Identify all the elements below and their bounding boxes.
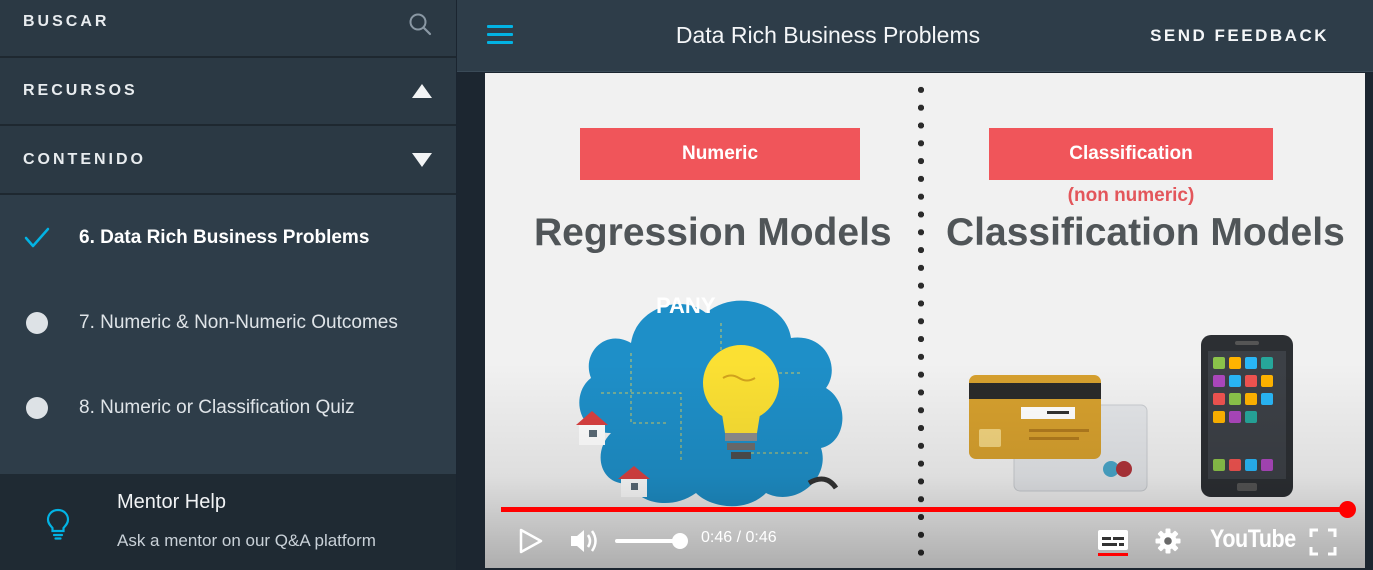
cloud-text: PANY	[656, 293, 716, 318]
youtube-logo[interactable]: YouTube	[1210, 525, 1296, 554]
volume-slider-handle[interactable]	[672, 533, 688, 549]
lesson-label: 6. Data Rich Business Problems	[79, 226, 370, 248]
checkmark-icon	[23, 227, 51, 249]
volume-icon[interactable]	[569, 527, 601, 560]
incomplete-circle-icon	[23, 396, 51, 419]
sidebar: BUSCAR RECURSOS CONTENIDO 6. Data Rich B…	[0, 0, 456, 570]
play-icon[interactable]	[519, 528, 543, 559]
recursos-section-header[interactable]: RECURSOS	[0, 58, 456, 126]
search-icon[interactable]	[408, 12, 432, 41]
time-display: 0:46 / 0:46	[701, 529, 777, 546]
search-row[interactable]: BUSCAR	[0, 0, 456, 58]
fullscreen-icon[interactable]	[1309, 528, 1337, 561]
send-feedback-button[interactable]: SEND FEEDBACK	[1150, 26, 1329, 46]
lesson-label: 7. Numeric & Non-Numeric Outcomes	[79, 311, 398, 333]
incomplete-circle-icon	[23, 311, 51, 334]
numeric-tag: Numeric	[580, 128, 860, 180]
video-area: Numeric Classification (non numeric) Reg…	[457, 73, 1373, 570]
non-numeric-subtag: (non numeric)	[1067, 185, 1195, 206]
progress-scrubber[interactable]	[1339, 501, 1356, 518]
lesson-item-7[interactable]: 7. Numeric & Non-Numeric Outcomes	[0, 280, 456, 365]
progress-bar[interactable]	[501, 507, 1349, 512]
lesson-item-8[interactable]: 8. Numeric or Classification Quiz	[0, 365, 456, 450]
lesson-label: 8. Numeric or Classification Quiz	[79, 396, 355, 418]
mentor-help-panel[interactable]	[0, 474, 456, 570]
mentor-help-title[interactable]: Mentor Help	[117, 491, 226, 514]
page-title: Data Rich Business Problems	[675, 22, 981, 48]
settings-gear-icon[interactable]	[1155, 528, 1181, 559]
contenido-section-header[interactable]: CONTENIDO	[0, 126, 456, 195]
subtitles-icon[interactable]	[1097, 529, 1129, 562]
mentor-help-subtitle: Ask a mentor on our Q&A platform	[117, 531, 376, 550]
top-bar: Data Rich Business Problems SEND FEEDBAC…	[457, 0, 1373, 72]
lightbulb-icon	[45, 508, 71, 545]
recursos-label: RECURSOS	[23, 82, 138, 99]
regression-models-heading: Regression Models	[534, 211, 892, 254]
caret-up-icon	[412, 84, 432, 98]
search-label: BUSCAR	[23, 13, 110, 30]
lesson-item-6[interactable]: 6. Data Rich Business Problems	[0, 195, 456, 280]
classification-tag: Classification	[989, 128, 1273, 180]
video-player[interactable]: Numeric Classification (non numeric) Reg…	[485, 73, 1365, 568]
contenido-label: CONTENIDO	[23, 150, 146, 168]
classification-models-heading: Classification Models	[946, 211, 1345, 254]
caret-down-icon	[412, 152, 432, 167]
